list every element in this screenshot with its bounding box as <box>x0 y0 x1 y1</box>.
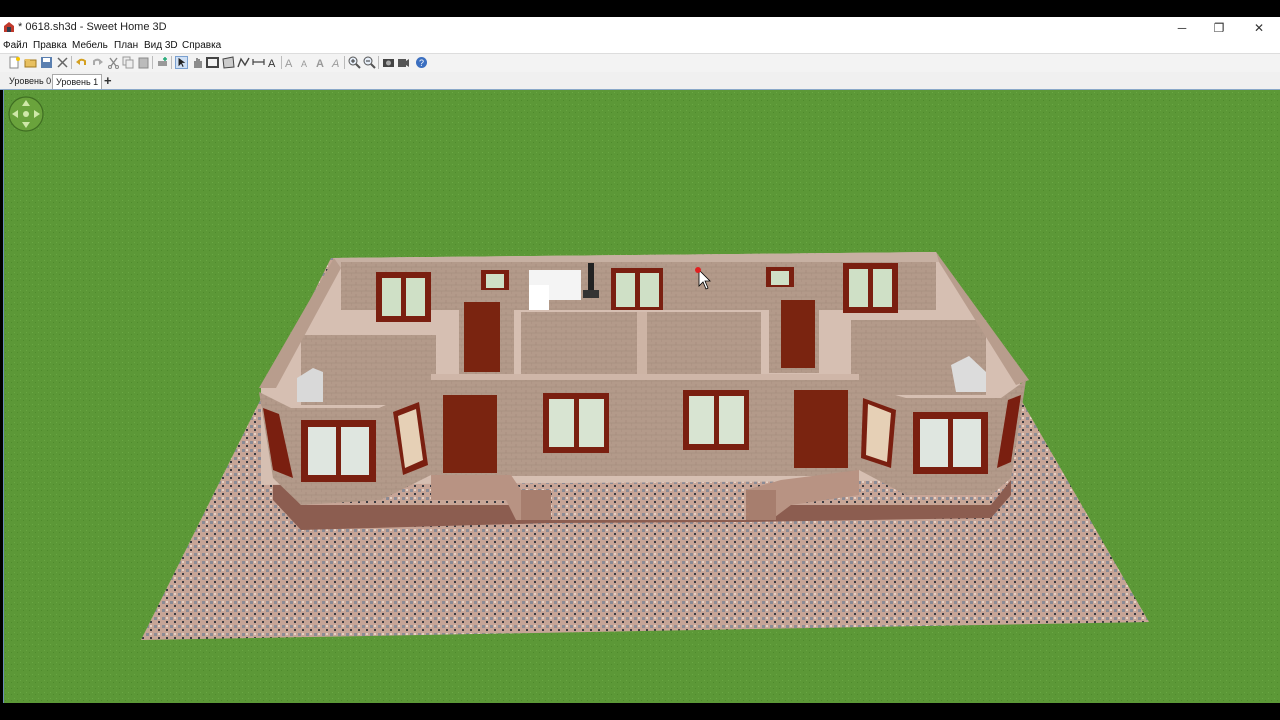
toolbar-separator <box>152 56 153 69</box>
increase-text-icon[interactable]: A <box>285 56 298 69</box>
entrance-door-right <box>794 390 848 468</box>
toolbar-separator <box>71 56 72 69</box>
3d-view[interactable] <box>3 90 1280 703</box>
help-icon[interactable]: ? <box>415 56 428 69</box>
svg-text:?: ? <box>419 58 424 68</box>
window-title: * 0618.sh3d - Sweet Home 3D <box>18 21 167 33</box>
toolbar-separator <box>171 56 172 69</box>
menu-bar: Файл Правка Мебель План Вид 3D Справка <box>0 39 1280 53</box>
sweet-home-3d-app-icon <box>4 22 14 32</box>
italic-text-icon[interactable]: A <box>330 56 343 69</box>
select-icon[interactable] <box>175 56 188 69</box>
create-dimensions-icon[interactable] <box>252 56 265 69</box>
svg-text:A: A <box>268 58 276 69</box>
menu-help[interactable]: Справка <box>182 40 221 51</box>
svg-text:A: A <box>301 59 307 69</box>
cursor-highlight <box>695 267 701 273</box>
window-titlebar: * 0618.sh3d - Sweet Home 3D ─ ❐ ✕ <box>0 17 1280 39</box>
svg-text:A: A <box>285 58 293 69</box>
save-icon[interactable] <box>40 56 53 69</box>
menu-plan[interactable]: План <box>114 40 138 51</box>
svg-text:A: A <box>316 58 324 69</box>
menu-3d-view[interactable]: Вид 3D <box>144 40 178 51</box>
cut-icon[interactable] <box>56 56 69 69</box>
create-rooms-icon[interactable] <box>222 56 235 69</box>
add-level-button[interactable]: + <box>104 73 112 88</box>
navigation-arrows-icon[interactable] <box>8 96 44 132</box>
zoom-out-icon[interactable] <box>363 56 376 69</box>
create-photo-icon[interactable] <box>382 56 395 69</box>
toolbar-separator <box>378 56 379 69</box>
redo-icon[interactable] <box>91 56 104 69</box>
add-furniture-icon[interactable] <box>156 56 169 69</box>
undo-icon[interactable] <box>75 56 88 69</box>
create-polylines-icon[interactable] <box>237 56 250 69</box>
entrance-door-left <box>443 395 497 473</box>
level-tabs: Уровень 0 Уровень 1 + <box>0 72 1280 90</box>
toolbar-separator <box>344 56 345 69</box>
tab-level-0[interactable]: Уровень 0 <box>6 74 54 88</box>
copy-icon[interactable] <box>122 56 135 69</box>
front-wall-top <box>431 374 859 380</box>
steps-left <box>521 490 551 520</box>
top-black-bar <box>0 0 1280 17</box>
menu-furniture[interactable]: Мебель <box>72 40 108 51</box>
maximize-button[interactable]: ❐ <box>1200 18 1238 38</box>
kitchen-counter <box>529 285 549 310</box>
close-button[interactable]: ✕ <box>1240 18 1278 38</box>
toolbar-separator <box>281 56 282 69</box>
menu-edit[interactable]: Правка <box>33 40 67 51</box>
door <box>781 300 815 368</box>
chimney-stove <box>588 263 594 293</box>
menu-file[interactable]: Файл <box>3 40 28 51</box>
paste-icon[interactable] <box>137 56 150 69</box>
main-toolbar: A A A A A ? <box>0 53 1280 73</box>
3d-scene[interactable] <box>4 90 1280 703</box>
create-walls-icon[interactable] <box>206 56 219 69</box>
bottom-black-bar <box>0 703 1280 720</box>
pan-icon[interactable] <box>191 56 204 69</box>
minimize-button[interactable]: ─ <box>1163 18 1201 38</box>
tab-level-1[interactable]: Уровень 1 <box>52 74 103 89</box>
steps-right <box>746 490 776 520</box>
new-home-icon[interactable] <box>8 56 21 69</box>
create-video-icon[interactable] <box>397 56 410 69</box>
bold-text-icon[interactable]: A <box>315 56 328 69</box>
add-text-icon[interactable]: A <box>267 56 280 69</box>
svg-text:A: A <box>331 58 339 69</box>
zoom-in-icon[interactable] <box>348 56 361 69</box>
open-icon[interactable] <box>24 56 37 69</box>
decrease-text-icon[interactable]: A <box>300 56 313 69</box>
interior-wall-divider <box>637 312 647 377</box>
cut-icon[interactable] <box>107 56 120 69</box>
door <box>464 302 500 372</box>
